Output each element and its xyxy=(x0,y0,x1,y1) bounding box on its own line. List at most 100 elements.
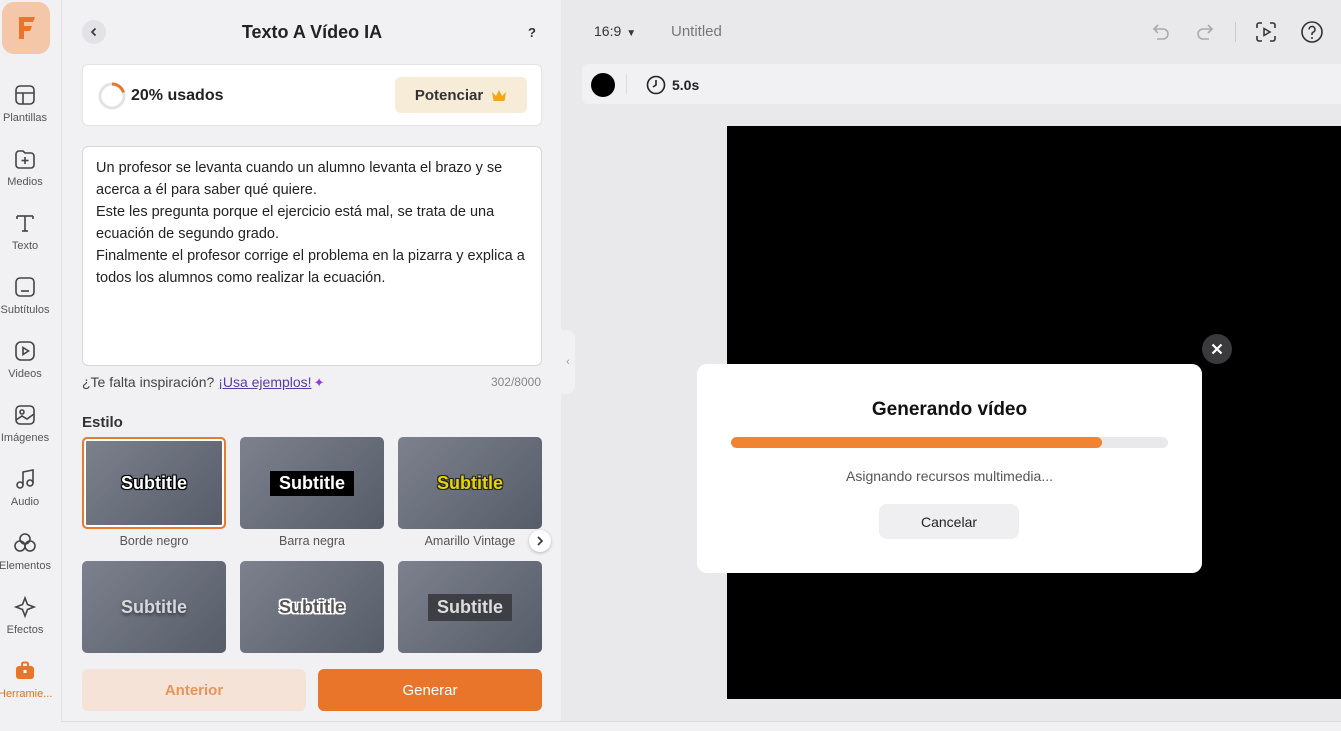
clip-toolbar: 5.0s xyxy=(582,64,1341,104)
question-circle-icon xyxy=(1301,21,1323,43)
nav-label: Elementos xyxy=(0,560,51,572)
style-section-label: Estilo xyxy=(82,414,123,431)
upgrade-button[interactable]: Potenciar xyxy=(395,77,527,113)
background-color-swatch[interactable] xyxy=(591,73,615,97)
style-preview-text: Subtitle xyxy=(121,596,187,617)
left-nav: Plantillas Medios Texto Subtítulos Video… xyxy=(0,0,61,731)
usage-label: 20% usados xyxy=(131,87,224,104)
nav-item-effects[interactable]: Efectos xyxy=(0,595,50,655)
nav-label: Texto xyxy=(11,240,39,252)
panel-header: Texto A Vídeo IA ? xyxy=(82,18,542,46)
help-button[interactable]: ? xyxy=(522,22,542,42)
nav-label: Plantillas xyxy=(2,112,48,124)
redo-icon xyxy=(1197,24,1214,40)
document-title[interactable]: Untitled xyxy=(671,23,722,40)
cancel-button[interactable]: Cancelar xyxy=(879,504,1019,539)
style-name: Barra negra xyxy=(278,534,345,548)
nav-item-media[interactable]: Medios xyxy=(0,147,50,207)
nav-item-text[interactable]: Texto xyxy=(0,211,50,271)
clock-icon xyxy=(646,75,666,95)
nav-label: Imágenes xyxy=(0,432,50,444)
toolbar-divider xyxy=(1235,22,1236,42)
nav-item-subtitles[interactable]: Subtítulos xyxy=(0,275,50,335)
style-card-dark-box[interactable]: Subtitle xyxy=(398,561,542,653)
text-to-video-panel: Texto A Vídeo IA ? 20% usados Potenciar … xyxy=(61,0,561,731)
nav-label: Efectos xyxy=(6,624,44,636)
timeline-strip xyxy=(61,721,1341,731)
nav-item-audio[interactable]: Audio xyxy=(0,467,50,527)
media-icon xyxy=(15,150,35,169)
style-preview-text: Subtitle xyxy=(428,593,512,621)
usage-card: 20% usados Potenciar xyxy=(82,64,542,126)
close-dialog-button[interactable] xyxy=(1202,334,1232,364)
nav-label: Audio xyxy=(10,496,40,508)
logo-icon xyxy=(19,17,35,39)
style-card-amarillo-vintage[interactable]: Subtitle xyxy=(398,437,542,529)
aspect-ratio-value: 16:9 xyxy=(594,23,622,39)
audio-icon xyxy=(16,469,34,489)
examples-link[interactable]: ¡Usa ejemplos! xyxy=(218,374,311,390)
style-preview-text: Subtitle xyxy=(121,472,187,493)
upgrade-label: Potenciar xyxy=(414,86,484,104)
style-card-plain[interactable]: Subtitle xyxy=(82,561,226,653)
nav-item-elements[interactable]: Elementos xyxy=(0,531,51,591)
inspiration-row: ¿Te falta inspiración? ¡Usa ejemplos! ✦ xyxy=(82,374,324,391)
preview-icon xyxy=(1256,22,1276,42)
nav-item-templates[interactable]: Plantillas xyxy=(0,83,50,143)
dialog-title: Generando vídeo xyxy=(871,399,1028,420)
prompt-textarea[interactable]: Un profesor se levanta cuando un alumno … xyxy=(82,146,542,366)
styles-next-button[interactable] xyxy=(529,530,551,552)
close-icon xyxy=(1211,343,1223,355)
usage-ring xyxy=(98,82,126,110)
nav-label: Subtítulos xyxy=(0,304,50,316)
undo-button[interactable] xyxy=(1148,20,1172,44)
progress-bar xyxy=(731,437,1168,448)
templates-icon xyxy=(15,85,35,105)
undo-icon xyxy=(1152,24,1169,40)
inspiration-text: ¿Te falta inspiración? xyxy=(82,374,215,390)
app-logo[interactable] xyxy=(2,2,50,54)
chevron-left-icon: ‹ xyxy=(566,356,570,368)
subtitles-icon xyxy=(15,277,35,297)
char-counter: 302/8000 xyxy=(490,375,541,389)
editor-topbar: 16:9 ▼ Untitled xyxy=(562,0,1341,62)
style-preview-text: Subtitle xyxy=(270,470,354,496)
style-card-borde-negro[interactable]: Subtitle xyxy=(82,437,226,529)
elements-icon xyxy=(14,533,36,552)
sparkle-icon: ✦ xyxy=(313,375,325,390)
previous-button[interactable]: Anterior xyxy=(82,669,306,711)
style-card-barra-negra[interactable]: Subtitle xyxy=(240,437,384,529)
style-name: Borde negro xyxy=(119,534,189,548)
style-preview-text: Subtitle xyxy=(437,472,503,493)
duration-value: 5.0s xyxy=(672,77,700,93)
style-name: Amarillo Vintage xyxy=(424,534,516,548)
nav-label: Videos xyxy=(8,368,42,380)
nav-item-tools[interactable]: Herramie... xyxy=(0,659,52,719)
redo-button[interactable] xyxy=(1194,20,1218,44)
generating-dialog: Generando vídeo Asignando recursos multi… xyxy=(697,364,1202,573)
help-center-button[interactable] xyxy=(1300,20,1324,44)
nav-item-images[interactable]: Imágenes xyxy=(0,403,50,463)
tools-icon xyxy=(16,661,34,679)
generate-button[interactable]: Generar xyxy=(318,669,542,711)
panel-title: Texto A Vídeo IA xyxy=(241,22,383,42)
nav-label: Medios xyxy=(7,176,43,188)
style-card-white-outline[interactable]: Subtitle xyxy=(240,561,384,653)
preview-button[interactable] xyxy=(1254,20,1278,44)
aspect-ratio-select[interactable]: 16:9 ▼ xyxy=(594,23,636,39)
style-preview-text: Subtitle xyxy=(279,596,345,617)
clip-divider xyxy=(626,74,627,94)
nav-item-videos[interactable]: Videos xyxy=(0,339,50,399)
text-icon xyxy=(16,215,34,232)
dialog-status: Asignando recursos multimedia... xyxy=(846,468,1053,484)
nav-label: Herramie... xyxy=(0,688,52,700)
collapse-panel-handle[interactable]: ‹ xyxy=(561,330,575,394)
chevron-down-icon: ▼ xyxy=(626,28,637,39)
progress-fill xyxy=(731,437,1103,448)
effects-icon xyxy=(13,595,37,619)
images-icon xyxy=(15,405,35,425)
crown-icon xyxy=(492,89,507,101)
duration-control[interactable]: 5.0s xyxy=(646,75,699,95)
chevron-right-icon xyxy=(537,536,544,546)
videos-icon xyxy=(15,341,35,361)
